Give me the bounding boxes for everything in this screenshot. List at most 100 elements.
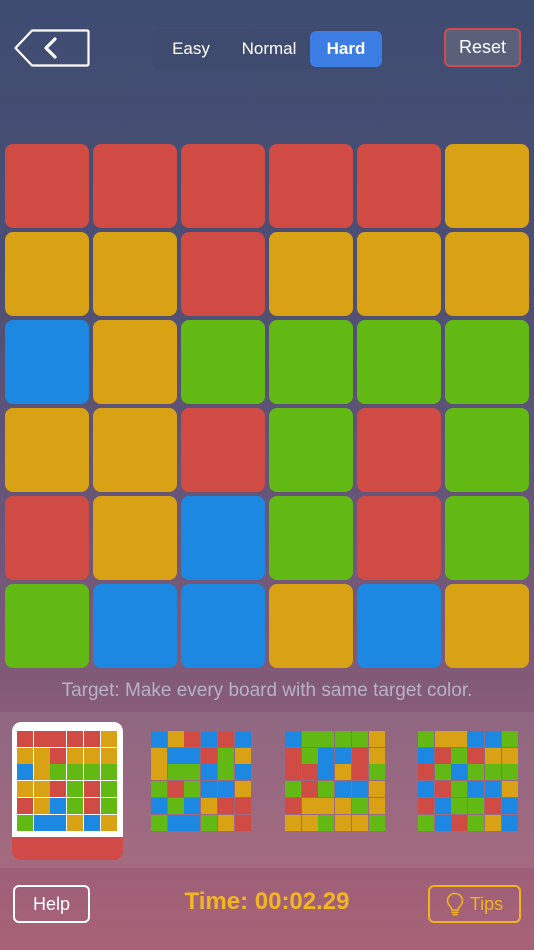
board-tile[interactable] xyxy=(93,320,177,404)
thumbnail-cell xyxy=(368,797,385,814)
thumbnail-cell xyxy=(484,731,501,747)
board-tile[interactable] xyxy=(93,232,177,316)
board-tile[interactable] xyxy=(357,584,441,668)
board-tile[interactable] xyxy=(269,584,353,668)
target-instruction: Target: Make every board with same targe… xyxy=(61,680,473,701)
thumbnail-cell xyxy=(484,814,501,831)
thumbnail-cell xyxy=(83,764,100,781)
tips-label: Tips xyxy=(469,893,504,914)
thumbnail-cell xyxy=(234,747,251,764)
thumbnail-cell xyxy=(368,781,385,798)
thumbnail-cell xyxy=(184,731,201,747)
thumbnail-cell xyxy=(335,731,352,747)
thumbnail-cell xyxy=(285,797,301,814)
board-tile[interactable] xyxy=(269,320,353,404)
thumbnail-cell xyxy=(434,764,451,781)
board-tile[interactable] xyxy=(445,320,529,404)
board-tile[interactable] xyxy=(445,496,529,580)
board-tile[interactable] xyxy=(181,320,265,404)
back-button[interactable] xyxy=(14,29,90,67)
board-tile[interactable] xyxy=(181,496,265,580)
target-thumbnail[interactable] xyxy=(17,731,117,831)
thumbnail-cell xyxy=(67,731,84,747)
board-tile[interactable] xyxy=(181,584,265,668)
thumbnail-cell xyxy=(67,764,84,781)
thumbnail-cell xyxy=(451,764,468,781)
thumbnail-cell xyxy=(100,764,117,781)
thumbnail-cell xyxy=(83,747,100,764)
board-tile[interactable] xyxy=(269,408,353,492)
tips-button[interactable]: Tips xyxy=(428,885,521,923)
difficulty-normal[interactable]: Normal xyxy=(228,31,310,67)
thumbnail-cell xyxy=(217,747,234,764)
difficulty-hard[interactable]: Hard xyxy=(310,31,382,67)
lightbulb-icon xyxy=(446,892,464,916)
thumbnail-cell xyxy=(33,814,50,831)
help-button[interactable]: Help xyxy=(13,885,90,923)
thumbnail-cell xyxy=(33,764,50,781)
thumbnail-cell xyxy=(217,764,234,781)
thumbnail-cell xyxy=(368,814,385,831)
thumbnail-cell xyxy=(351,747,368,764)
thumbnail-cell xyxy=(501,747,518,764)
top-bar: Easy Normal Hard Reset xyxy=(0,0,534,100)
board-tile[interactable] xyxy=(269,232,353,316)
board-tile[interactable] xyxy=(5,584,89,668)
thumbnail-cell xyxy=(50,747,67,764)
board-tile[interactable] xyxy=(93,408,177,492)
difficulty-selector: Easy Normal Hard xyxy=(152,29,382,69)
thumbnail-cell xyxy=(501,764,518,781)
board-tile[interactable] xyxy=(445,408,529,492)
thumbnail-cell xyxy=(468,747,485,764)
board-tile[interactable] xyxy=(93,584,177,668)
board-tile[interactable] xyxy=(93,144,177,228)
thumbnail-cell xyxy=(234,797,251,814)
board-tile[interactable] xyxy=(445,584,529,668)
board-tile[interactable] xyxy=(357,496,441,580)
thumbnail-cell xyxy=(201,731,218,747)
board-tile[interactable] xyxy=(181,408,265,492)
difficulty-easy[interactable]: Easy xyxy=(154,31,228,67)
thumbnail-cell xyxy=(285,814,301,831)
board-tile[interactable] xyxy=(269,144,353,228)
board-tile[interactable] xyxy=(269,496,353,580)
board-tile[interactable] xyxy=(357,408,441,492)
board-tile[interactable] xyxy=(181,144,265,228)
target-thumbnail[interactable] xyxy=(285,731,385,831)
thumbnail-cell xyxy=(351,797,368,814)
thumbnail-cell xyxy=(67,814,84,831)
board-tile[interactable] xyxy=(357,320,441,404)
thumbnail-cell xyxy=(167,797,184,814)
board-tile[interactable] xyxy=(357,144,441,228)
board-tile[interactable] xyxy=(181,232,265,316)
reset-button[interactable]: Reset xyxy=(444,28,521,67)
thumbnail-cell xyxy=(201,781,218,798)
thumbnail-cell xyxy=(167,814,184,831)
thumbnail-cell xyxy=(351,764,368,781)
board-tile[interactable] xyxy=(5,408,89,492)
thumbnail-cell xyxy=(17,797,33,814)
board-tile[interactable] xyxy=(445,232,529,316)
thumbnail-cell xyxy=(151,781,167,798)
board-tile[interactable] xyxy=(5,232,89,316)
thumbnail-cell xyxy=(17,764,33,781)
thumbnail-cell xyxy=(184,747,201,764)
thumbnail-cell xyxy=(17,731,33,747)
thumbnail-cell xyxy=(83,797,100,814)
board-tile[interactable] xyxy=(93,496,177,580)
thumbnail-cell xyxy=(351,781,368,798)
thumbnail-cell xyxy=(17,814,33,831)
thumbnail-cell xyxy=(217,781,234,798)
thumbnail-cell xyxy=(335,764,352,781)
target-thumbnail[interactable] xyxy=(418,731,518,831)
thumbnail-cell xyxy=(451,731,468,747)
board-tile[interactable] xyxy=(357,232,441,316)
board-tile[interactable] xyxy=(5,144,89,228)
board-tile[interactable] xyxy=(5,320,89,404)
board-tile[interactable] xyxy=(445,144,529,228)
board-tile[interactable] xyxy=(5,496,89,580)
target-thumbnail[interactable] xyxy=(151,731,251,831)
thumbnail-cell xyxy=(285,781,301,798)
thumbnail-cell xyxy=(151,797,167,814)
thumbnail-cell xyxy=(184,797,201,814)
